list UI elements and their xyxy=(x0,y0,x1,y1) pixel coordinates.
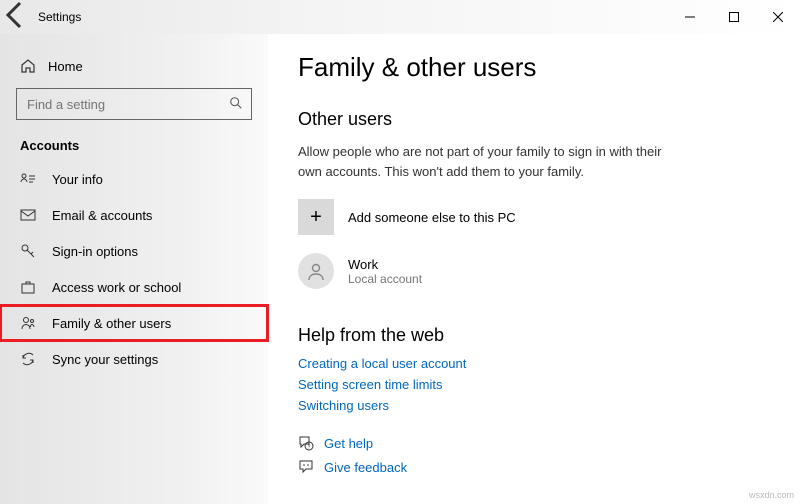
nav-access-work-school[interactable]: Access work or school xyxy=(0,269,268,305)
user-subtitle: Local account xyxy=(348,272,422,286)
back-button[interactable] xyxy=(0,0,32,36)
search-input[interactable] xyxy=(17,97,221,112)
nav-label: Access work or school xyxy=(52,280,181,295)
person-card-icon xyxy=(20,171,36,187)
titlebar: Settings xyxy=(0,0,800,34)
nav-label: Family & other users xyxy=(52,316,171,331)
chat-help-icon: ? xyxy=(298,435,314,451)
window-title: Settings xyxy=(38,10,81,24)
page-title: Family & other users xyxy=(298,52,770,83)
avatar-icon xyxy=(298,253,334,289)
mail-icon xyxy=(20,207,36,223)
help-link[interactable]: Setting screen time limits xyxy=(298,377,770,392)
minimize-button[interactable] xyxy=(668,0,712,34)
main-content: Family & other users Other users Allow p… xyxy=(268,34,800,504)
search-icon xyxy=(221,96,251,113)
section-label: Accounts xyxy=(0,138,268,161)
add-user-button[interactable]: + Add someone else to this PC xyxy=(298,199,770,235)
nav-signin-options[interactable]: Sign-in options xyxy=(0,233,268,269)
user-entry[interactable]: Work Local account xyxy=(298,253,770,289)
home-nav[interactable]: Home xyxy=(0,52,268,88)
nav-label: Your info xyxy=(52,172,103,187)
nav-label: Sign-in options xyxy=(52,244,138,259)
svg-text:?: ? xyxy=(308,445,311,451)
get-help-row: ? Get help xyxy=(298,435,770,451)
close-button[interactable] xyxy=(756,0,800,34)
feedback-icon xyxy=(298,459,314,475)
search-box[interactable] xyxy=(16,88,252,120)
other-users-desc: Allow people who are not part of your fa… xyxy=(298,142,678,181)
nav-sync-settings[interactable]: Sync your settings xyxy=(0,341,268,377)
briefcase-icon xyxy=(20,279,36,295)
nav-label: Email & accounts xyxy=(52,208,152,223)
home-label: Home xyxy=(48,59,83,74)
help-section: Help from the web Creating a local user … xyxy=(298,325,770,413)
key-icon xyxy=(20,243,36,259)
sync-icon xyxy=(20,351,36,367)
watermark: wsxdn.com xyxy=(749,490,794,500)
home-icon xyxy=(20,58,36,74)
other-users-heading: Other users xyxy=(298,109,770,130)
maximize-button[interactable] xyxy=(712,0,756,34)
nav-email-accounts[interactable]: Email & accounts xyxy=(0,197,268,233)
people-icon xyxy=(20,315,36,331)
user-name: Work xyxy=(348,257,422,272)
give-feedback-link[interactable]: Give feedback xyxy=(324,460,407,475)
get-help-link[interactable]: Get help xyxy=(324,436,373,451)
plus-icon: + xyxy=(298,199,334,235)
sidebar: Home Accounts Your info Email & accounts… xyxy=(0,34,268,504)
help-link[interactable]: Creating a local user account xyxy=(298,356,770,371)
nav-label: Sync your settings xyxy=(52,352,158,367)
add-user-label: Add someone else to this PC xyxy=(348,210,516,225)
help-heading: Help from the web xyxy=(298,325,770,346)
nav-family-other-users[interactable]: Family & other users xyxy=(0,305,268,341)
help-link[interactable]: Switching users xyxy=(298,398,770,413)
nav-your-info[interactable]: Your info xyxy=(0,161,268,197)
give-feedback-row: Give feedback xyxy=(298,459,770,475)
